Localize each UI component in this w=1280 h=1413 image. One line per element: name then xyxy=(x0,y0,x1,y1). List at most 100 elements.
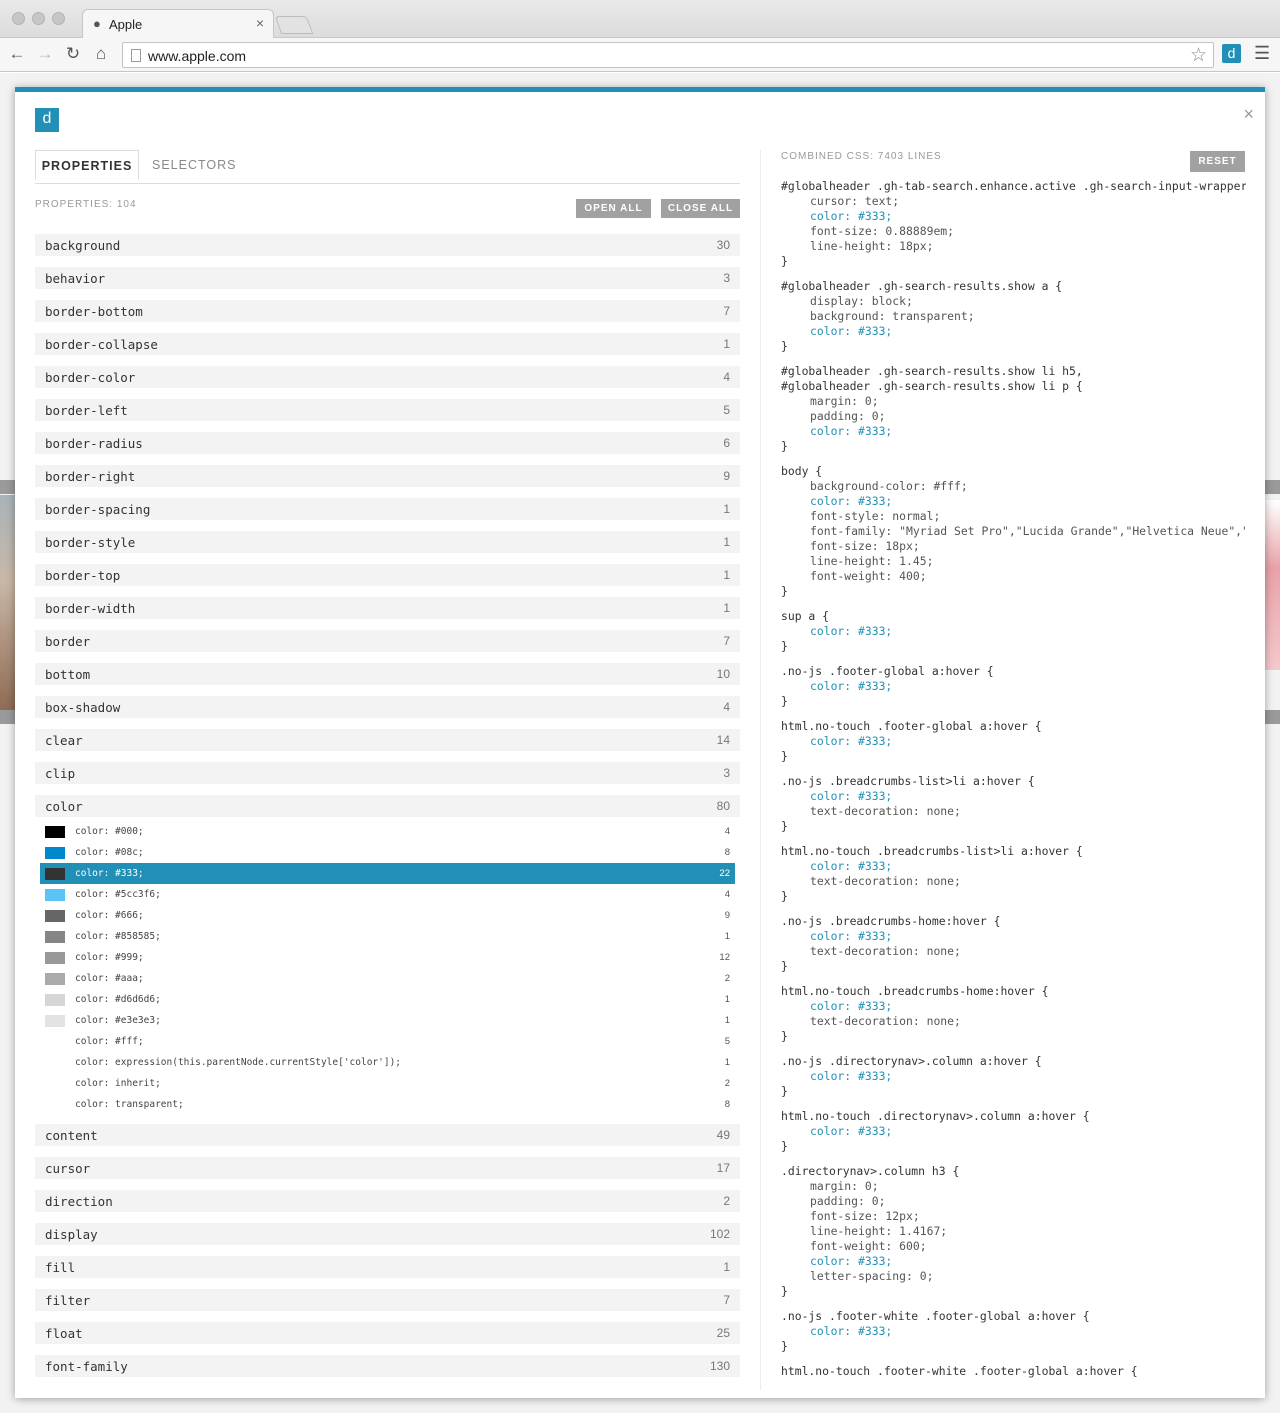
property-row-fill[interactable]: fill 1 xyxy=(35,1256,740,1278)
css-declaration-line: color: #333; xyxy=(810,494,893,508)
close-icon[interactable]: × xyxy=(1243,104,1254,125)
window-minimize-button[interactable] xyxy=(32,12,45,25)
property-row-font-family[interactable]: font-family 130 xyxy=(35,1355,740,1377)
property-count: 17 xyxy=(716,1161,730,1175)
property-row-border-style[interactable]: border-style 1 xyxy=(35,531,740,553)
color-value-row[interactable]: color: #d6d6d6; 1 xyxy=(35,989,740,1010)
color-value-row[interactable]: color: #666; 9 xyxy=(35,905,740,926)
css-selector-line: html.no-touch .breadcrumbs-home:hover { xyxy=(781,984,1049,998)
property-row-float[interactable]: float 25 xyxy=(35,1322,740,1344)
color-value-count: 1 xyxy=(724,994,730,1005)
property-count: 1 xyxy=(723,601,730,615)
color-value-row[interactable]: color: inherit; 2 xyxy=(35,1073,740,1094)
reset-button[interactable]: RESET xyxy=(1190,151,1245,172)
property-row-filter[interactable]: filter 7 xyxy=(35,1289,740,1311)
color-value-row[interactable]: color: #5cc3f6; 4 xyxy=(35,884,740,905)
property-row-direction[interactable]: direction 2 xyxy=(35,1190,740,1212)
property-row-border-right[interactable]: border-right 9 xyxy=(35,465,740,487)
color-value-count: 5 xyxy=(724,1036,730,1047)
color-value: color: transparent; xyxy=(75,1099,184,1110)
css-declaration-line: font-size: 0.88889em; xyxy=(810,224,955,238)
color-value-row[interactable]: color: #08c; 8 xyxy=(35,842,740,863)
color-values-list: color: #000; 4 color: #08c; 8 color: #333; 22… xyxy=(35,821,740,1115)
css-selector-line: #globalheader .gh-search-results.show li… xyxy=(781,364,1083,378)
property-name: display xyxy=(45,1227,98,1242)
bookmark-star-icon[interactable]: ☆ xyxy=(1190,44,1207,67)
property-row-clip[interactable]: clip 3 xyxy=(35,762,740,784)
css-block-close: } xyxy=(781,1339,788,1353)
property-row-border-width[interactable]: border-width 1 xyxy=(35,597,740,619)
property-row-border-color[interactable]: border-color 4 xyxy=(35,366,740,388)
css-selector-line: html.no-touch .directorynav>.column a:ho… xyxy=(781,1109,1090,1123)
property-row-border-spacing[interactable]: border-spacing 1 xyxy=(35,498,740,520)
forward-arrow-icon[interactable]: → xyxy=(35,44,55,64)
property-row-color[interactable]: color 80 xyxy=(35,795,740,817)
property-row-cursor[interactable]: cursor 17 xyxy=(35,1157,740,1179)
css-block-close: } xyxy=(781,694,788,708)
css-declaration-line: padding: 0; xyxy=(810,1194,886,1208)
color-swatch xyxy=(45,826,65,838)
css-declaration-line: display: block; xyxy=(810,294,913,308)
property-name: border-radius xyxy=(45,436,143,451)
property-row-bottom[interactable]: bottom 10 xyxy=(35,663,740,685)
css-selector-line: .no-js .breadcrumbs-list>li a:hover { xyxy=(781,774,1035,788)
property-row-border-collapse[interactable]: border-collapse 1 xyxy=(35,333,740,355)
property-name: background xyxy=(45,238,121,253)
property-row-content[interactable]: content 49 xyxy=(35,1124,740,1146)
property-count: 1 xyxy=(723,568,730,582)
property-count: 49 xyxy=(716,1128,730,1142)
css-declaration-line: background-color: #fff; xyxy=(810,479,968,493)
menu-icon[interactable]: ☰ xyxy=(1254,43,1270,64)
property-count: 7 xyxy=(723,304,730,318)
color-value-count: 1 xyxy=(724,1057,730,1068)
property-name: content xyxy=(45,1128,98,1143)
property-name: behavior xyxy=(45,271,106,286)
property-row-border-top[interactable]: border-top 1 xyxy=(35,564,740,586)
window-zoom-button[interactable] xyxy=(52,12,65,25)
tab-properties[interactable]: PROPERTIES xyxy=(35,150,139,180)
property-name: border-top xyxy=(45,568,121,583)
extension-icon[interactable]: d xyxy=(1222,44,1241,63)
close-all-button[interactable]: CLOSE ALL xyxy=(661,199,740,218)
color-value-row[interactable]: color: #aaa; 2 xyxy=(35,968,740,989)
color-value-row[interactable]: color: #fff; 5 xyxy=(35,1031,740,1052)
css-declaration-line: padding: 0; xyxy=(810,409,886,423)
browser-tab-bar: ● Apple × xyxy=(0,0,1280,38)
new-tab-button[interactable] xyxy=(274,16,314,34)
color-value: color: #08c; xyxy=(75,847,144,858)
property-row-clear[interactable]: clear 14 xyxy=(35,729,740,751)
window-close-button[interactable] xyxy=(12,12,25,25)
color-value-count: 2 xyxy=(724,1078,730,1089)
tab-selectors[interactable]: SELECTORS xyxy=(152,150,237,179)
property-row-background[interactable]: background 30 xyxy=(35,234,740,256)
back-arrow-icon[interactable]: ← xyxy=(7,44,27,64)
color-value-row[interactable]: color: #999; 12 xyxy=(35,947,740,968)
property-row-border-radius[interactable]: border-radius 6 xyxy=(35,432,740,454)
property-row-behavior[interactable]: behavior 3 xyxy=(35,267,740,289)
property-count: 7 xyxy=(723,634,730,648)
property-row-border-left[interactable]: border-left 5 xyxy=(35,399,740,421)
property-row-box-shadow[interactable]: box-shadow 4 xyxy=(35,696,740,718)
color-value-row[interactable]: color: transparent; 8 xyxy=(35,1094,740,1115)
property-row-display[interactable]: display 102 xyxy=(35,1223,740,1245)
tab-close-icon[interactable]: × xyxy=(256,15,264,31)
reload-icon[interactable]: ↻ xyxy=(63,44,83,64)
color-value-row[interactable]: color: #e3e3e3; 1 xyxy=(35,1010,740,1031)
address-bar[interactable]: www.apple.com ☆ xyxy=(122,42,1214,68)
color-swatch xyxy=(45,1015,65,1027)
property-row-border[interactable]: border 7 xyxy=(35,630,740,652)
color-value: color: #d6d6d6; xyxy=(75,994,161,1005)
open-all-button[interactable]: OPEN ALL xyxy=(576,199,651,218)
color-value-count: 8 xyxy=(724,847,730,858)
css-inspector-panel: d × PROPERTIES SELECTORS PROPERTIES: 104… xyxy=(15,87,1265,1398)
browser-tab[interactable]: ● Apple × xyxy=(82,9,274,38)
property-row-border-bottom[interactable]: border-bottom 7 xyxy=(35,300,740,322)
css-selector-line: html.no-touch .footer-global a:hover { xyxy=(781,719,1042,733)
color-value-row[interactable]: color: expression(this.parentNode.curren… xyxy=(35,1052,740,1073)
url-text[interactable]: www.apple.com xyxy=(148,48,246,64)
color-value-row[interactable]: color: #333; 22 xyxy=(40,863,735,884)
css-declaration-line: font-family: "Myriad Set Pro","Lucida Gr… xyxy=(810,524,1246,538)
home-icon[interactable]: ⌂ xyxy=(91,44,111,64)
color-value-row[interactable]: color: #858585; 1 xyxy=(35,926,740,947)
color-value-row[interactable]: color: #000; 4 xyxy=(35,821,740,842)
